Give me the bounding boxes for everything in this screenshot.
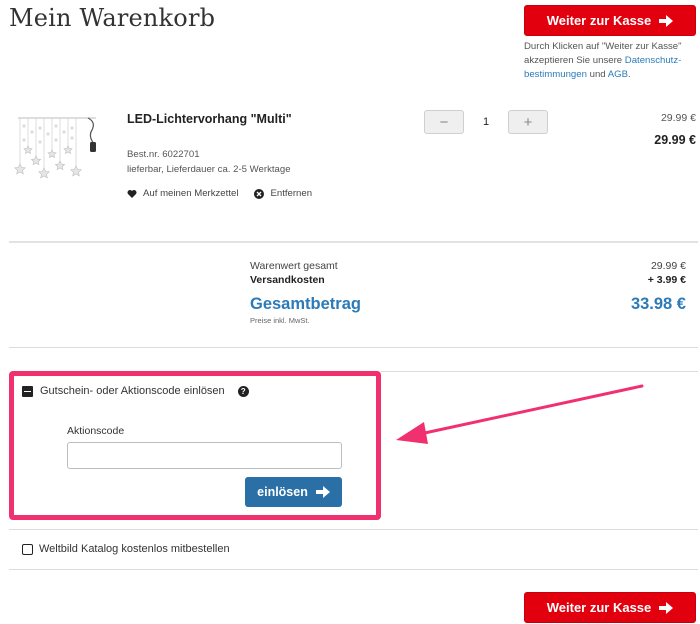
grand-total-value: 33.98 €: [630, 295, 686, 313]
help-icon[interactable]: ?: [237, 385, 249, 397]
product-name[interactable]: LED-Lichtervorhang "Multi": [127, 112, 292, 126]
shipping-label: Versandkosten: [250, 274, 325, 286]
quantity-value[interactable]: 1: [464, 116, 508, 128]
wishlist-label: Auf meinen Merkzettel: [143, 188, 239, 199]
catalog-option[interactable]: Weltbild Katalog kostenlos mitbestellen: [22, 543, 230, 555]
item-total-price: 29.99 €: [654, 133, 696, 147]
order-number: Best.nr. 6022701: [127, 149, 200, 160]
collapse-checkbox-icon[interactable]: [22, 385, 33, 397]
coupon-header-label: Gutschein- oder Aktionscode einlösen: [40, 385, 225, 397]
divider: [9, 569, 698, 570]
arrow-right-icon: [659, 14, 674, 27]
catalog-label: Weltbild Katalog kostenlos mitbestellen: [39, 543, 230, 555]
add-to-wishlist[interactable]: Auf meinen Merkzettel: [127, 188, 238, 199]
goods-total-row: Warenwert gesamt 29.99 €: [250, 259, 686, 273]
quantity-stepper: − 1 +: [424, 110, 548, 134]
checkout-consent-text: Durch Klicken auf "Weiter zur Kasse" akz…: [524, 40, 700, 82]
divider: [9, 529, 698, 530]
availability: lieferbar, Lieferdauer ca. 2-5 Werktage: [127, 164, 291, 175]
checkout-button-label: Weiter zur Kasse: [546, 13, 652, 28]
remove-icon: [254, 188, 265, 199]
checkout-button-label: Weiter zur Kasse: [546, 600, 652, 615]
coupon-toggle[interactable]: Gutschein- oder Aktionscode einlösen ?: [22, 385, 249, 397]
quantity-increase-button[interactable]: +: [508, 110, 548, 134]
checkout-button-top[interactable]: Weiter zur Kasse: [524, 5, 696, 36]
page-title: Mein Warenkorb: [9, 4, 216, 32]
remove-label: Entfernen: [270, 188, 313, 199]
product-image[interactable]: [12, 112, 102, 182]
divider: [9, 241, 698, 243]
heart-icon: [127, 189, 137, 198]
vat-note: Preise inkl. MwSt.: [250, 316, 310, 325]
order-totals: Warenwert gesamt 29.99 € Versandkosten +…: [250, 259, 686, 325]
quantity-decrease-button[interactable]: −: [424, 110, 464, 134]
grand-total-label: Gesamtbetrag: [250, 295, 361, 313]
catalog-checkbox[interactable]: [22, 543, 33, 555]
checkout-button-bottom[interactable]: Weiter zur Kasse: [524, 592, 696, 623]
divider: [381, 371, 698, 372]
coupon-code-label: Aktionscode: [67, 425, 125, 437]
redeem-button-label: einlösen: [257, 485, 308, 499]
divider: [9, 347, 698, 348]
arrow-right-icon: [315, 486, 330, 498]
coupon-code-input[interactable]: [67, 442, 342, 469]
goods-total-value: 29.99 €: [650, 260, 686, 272]
product-actions: Auf meinen Merkzettel Entfernen: [127, 188, 312, 199]
shipping-row: Versandkosten + 3.99 €: [250, 273, 686, 287]
shipping-value: + 3.99 €: [647, 274, 686, 286]
consent-and: und: [586, 69, 608, 80]
grand-total-row: Gesamtbetrag 33.98 €: [250, 295, 686, 314]
annotation-arrow: [396, 384, 644, 444]
consent-suffix: .: [628, 69, 631, 80]
unit-price: 29.99 €: [660, 112, 696, 124]
remove-item[interactable]: Entfernen: [254, 188, 312, 199]
arrow-right-icon: [659, 601, 674, 614]
redeem-button[interactable]: einlösen: [245, 477, 342, 507]
terms-link[interactable]: AGB: [608, 69, 628, 80]
product-meta: Best.nr. 6022701 lieferbar, Lieferdauer …: [127, 147, 291, 177]
goods-total-label: Warenwert gesamt: [250, 260, 338, 272]
